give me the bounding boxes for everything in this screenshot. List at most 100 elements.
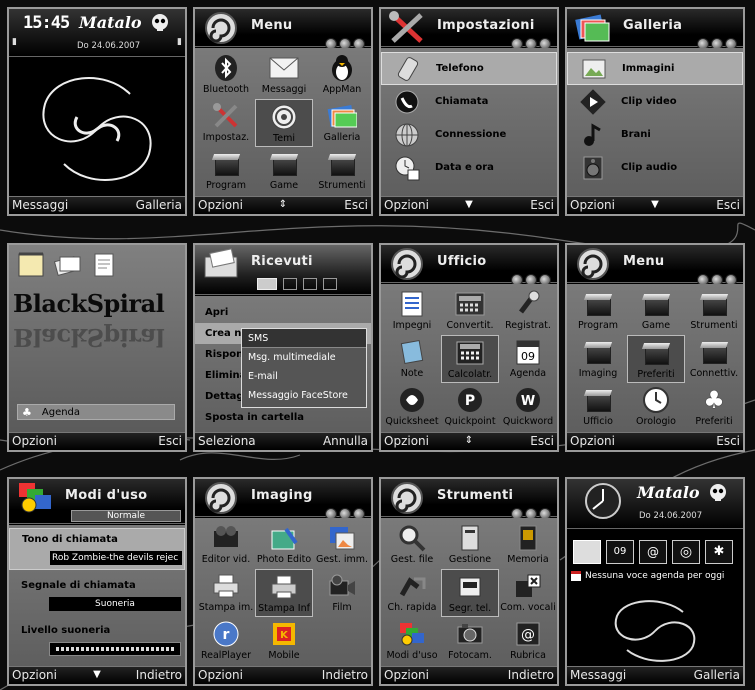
softkey-left[interactable]: Opzioni — [570, 434, 615, 448]
menu-item-program[interactable]: Program — [197, 147, 255, 195]
menu-item-agenda[interactable]: 09 Agenda — [499, 335, 557, 383]
menu-item-gestione[interactable]: Gestione — [441, 521, 499, 569]
menu-item-stampa-inf[interactable]: Stampa Inf — [255, 569, 313, 617]
menu-item-impostaz[interactable]: Impostaz. — [197, 99, 255, 147]
softkey-left[interactable]: Opzioni — [12, 434, 57, 448]
tab-icon[interactable] — [303, 278, 317, 290]
menu-item-com-vocali[interactable]: Com. vocali — [499, 569, 557, 617]
softkey-left[interactable]: Opzioni — [198, 198, 243, 212]
menu-item-gest-imm[interactable]: Gest. imm. — [313, 521, 371, 569]
volume-slider[interactable] — [49, 642, 181, 656]
agenda-row[interactable]: Nessuna voce agenda per oggi — [571, 569, 743, 582]
submenu-option-sms[interactable]: SMS — [242, 329, 366, 348]
softkey-right[interactable]: Esci — [344, 198, 368, 212]
menu-item-note[interactable]: Note — [383, 335, 441, 383]
softkey-left[interactable]: Opzioni — [12, 668, 57, 682]
menu-item-game[interactable]: Game — [627, 287, 685, 335]
menu-item-strumenti[interactable]: Strumenti — [313, 147, 371, 195]
menu-item-ufficio[interactable]: Ufficio — [569, 383, 627, 431]
menu-item-realplayer[interactable]: r RealPlayer — [197, 617, 255, 665]
menu-item-imaging[interactable]: Imaging — [569, 335, 627, 383]
menu-item-film[interactable]: Film — [313, 569, 371, 617]
softkey-right[interactable]: Galleria — [694, 668, 740, 682]
submenu-option-facestore[interactable]: Messaggio FaceStore — [242, 386, 366, 405]
menu-item-convertit[interactable]: Convertit. — [441, 287, 499, 335]
menu-option-sposta[interactable]: Sposta in cartella — [195, 407, 371, 428]
mode-selector[interactable]: Normale — [71, 510, 181, 522]
softkey-right[interactable]: Esci — [158, 434, 182, 448]
softkey-left[interactable]: Seleziona — [198, 434, 256, 448]
menu-item-rubrica[interactable]: @ Rubrica — [499, 617, 557, 665]
menu-item-ch-rapida[interactable]: Ch. rapida — [383, 569, 441, 617]
shortcut-notepad-icon[interactable] — [573, 540, 601, 564]
softkey-right[interactable]: Esci — [716, 198, 740, 212]
setting-tono[interactable]: Tono di chiamata Rob Zombie-the devils r… — [9, 528, 185, 570]
menu-item-memoria[interactable]: Memoria — [499, 521, 557, 569]
softkey-right[interactable]: Galleria — [136, 198, 182, 212]
envelopes-icon[interactable] — [53, 251, 81, 277]
menu-item-connettiv[interactable]: Connettiv. — [685, 335, 743, 383]
softkey-right[interactable]: Esci — [716, 434, 740, 448]
list-item-data-ora[interactable]: Data e ora — [381, 151, 557, 184]
softkey-right[interactable]: Annulla — [323, 434, 368, 448]
setting-segnale[interactable]: Segnale di chiamata Suoneria — [9, 575, 185, 617]
menu-item-editor-vid[interactable]: Editor vid. — [197, 521, 255, 569]
list-item-connessione[interactable]: Connessione — [381, 118, 557, 151]
menu-item-modi-uso[interactable]: Modi d'uso — [383, 617, 441, 665]
softkey-left[interactable]: Opzioni — [384, 668, 429, 682]
menu-item-program[interactable]: Program — [569, 287, 627, 335]
menu-item-fotocam[interactable]: Fotocam. — [441, 617, 499, 665]
softkey-right[interactable]: Indietro — [136, 668, 182, 682]
menu-item-bluetooth[interactable]: Bluetooth — [197, 51, 255, 99]
softkey-right[interactable]: Esci — [530, 198, 554, 212]
shortcut-calendar-icon[interactable]: 09 — [606, 540, 634, 564]
softkey-left[interactable]: Opzioni — [198, 668, 243, 682]
shortcut-contacts-icon[interactable]: @ — [639, 540, 667, 564]
list-item-chiamata[interactable]: Chiamata — [381, 85, 557, 118]
setting-livello[interactable]: Livello suoneria — [9, 620, 185, 662]
menu-item-registrat[interactable]: Registrat. — [499, 287, 557, 335]
list-item-clip-audio[interactable]: Clip audio — [567, 151, 743, 184]
menu-item-messaggi[interactable]: Messaggi — [255, 51, 313, 99]
menu-item-appman[interactable]: AppMan — [313, 51, 371, 99]
agenda-row[interactable]: ♣ Agenda — [17, 404, 175, 420]
softkey-left[interactable]: Opzioni — [384, 198, 429, 212]
menu-item-quickpoint[interactable]: P Quickpoint — [441, 383, 499, 431]
softkey-right[interactable]: Indietro — [322, 668, 368, 682]
notepad-icon[interactable] — [17, 251, 45, 277]
menu-item-impegni[interactable]: Impegni — [383, 287, 441, 335]
tab-icon[interactable] — [323, 278, 337, 290]
document-icon[interactable] — [89, 251, 117, 277]
menu-item-galleria[interactable]: Galleria — [313, 99, 371, 147]
menu-item-calcolatr[interactable]: Calcolatr. — [441, 335, 499, 383]
menu-item-preferiti-folder[interactable]: Preferiti — [627, 335, 685, 383]
softkey-left[interactable]: Opzioni — [384, 434, 429, 448]
menu-item-quicksheet[interactable]: Quicksheet — [383, 383, 441, 431]
menu-item-segr-tel[interactable]: Segr. tel. — [441, 569, 499, 617]
tab-inbox-icon[interactable] — [257, 278, 277, 290]
list-item-telefono[interactable]: Telefono — [381, 52, 557, 85]
menu-item-preferiti[interactable]: ♣ Preferiti — [685, 383, 743, 431]
tab-icon[interactable] — [283, 278, 297, 290]
menu-item-gest-file[interactable]: Gest. file — [383, 521, 441, 569]
menu-item-temi[interactable]: Temi — [255, 99, 313, 147]
menu-item-orologio[interactable]: Orologio — [627, 383, 685, 431]
menu-item-quickword[interactable]: W Quickword — [499, 383, 557, 431]
menu-item-stampa-im[interactable]: Stampa im. — [197, 569, 255, 617]
menu-item-game[interactable]: Game — [255, 147, 313, 195]
softkey-left[interactable]: Messaggi — [12, 198, 68, 212]
submenu-option-mms[interactable]: Msg. multimediale — [242, 348, 366, 367]
menu-item-strumenti[interactable]: Strumenti — [685, 287, 743, 335]
softkey-left[interactable]: Messaggi — [570, 668, 626, 682]
menu-item-photo-edito[interactable]: Photo Edito — [255, 521, 313, 569]
softkey-right[interactable]: Esci — [530, 434, 554, 448]
softkey-right[interactable]: Indietro — [508, 668, 554, 682]
submenu-option-email[interactable]: E-mail — [242, 367, 366, 386]
list-item-brani[interactable]: Brani — [567, 118, 743, 151]
list-item-clip-video[interactable]: Clip video — [567, 85, 743, 118]
softkey-left[interactable]: Opzioni — [570, 198, 615, 212]
list-item-immagini[interactable]: Immagini — [567, 52, 743, 85]
shortcut-bluetooth-icon[interactable]: ✱ — [705, 540, 733, 564]
menu-item-mobile[interactable]: K Mobile — [255, 617, 313, 665]
menu-option-apri[interactable]: Apri — [195, 302, 371, 323]
